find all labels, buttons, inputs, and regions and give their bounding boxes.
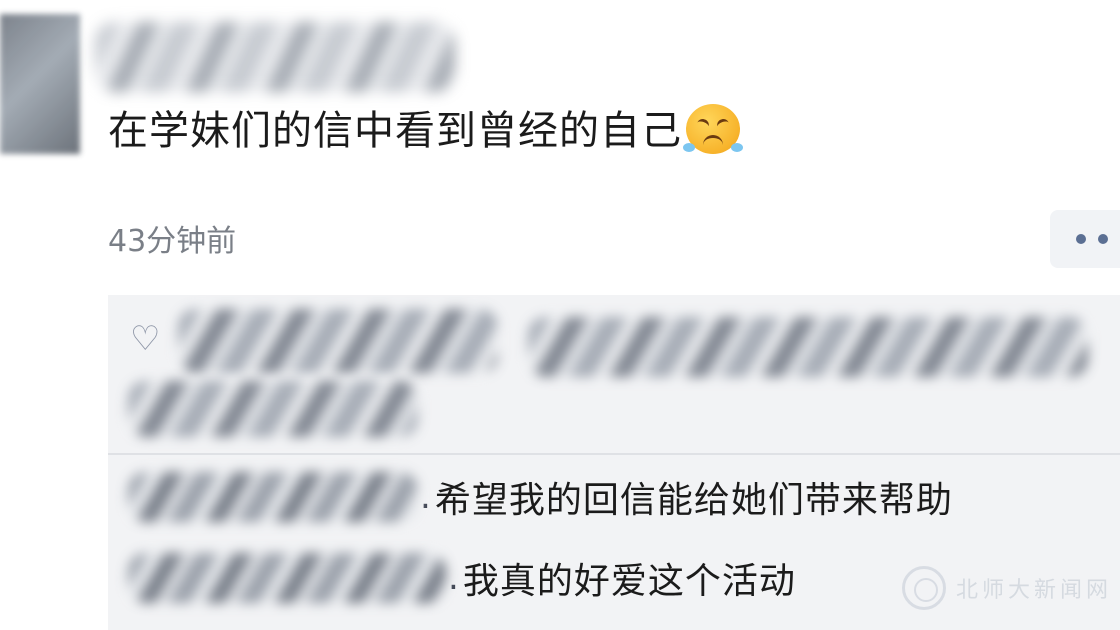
post-text: 在学妹们的信中看到曾经的自己	[108, 98, 743, 156]
watermark: 北师大新闻网	[902, 566, 1112, 610]
post-timestamp: 43分钟前	[108, 224, 237, 259]
comment-item[interactable]: . 我真的好爱这个活动	[128, 552, 796, 604]
comment-author-blurred[interactable]	[128, 553, 446, 603]
comment-text: 希望我的回信能给她们带来帮助	[434, 480, 953, 521]
comment-item[interactable]: . 希望我的回信能给她们带来帮助	[128, 471, 953, 523]
liker-names-blurred[interactable]	[528, 317, 1088, 377]
heart-icon: ♡	[130, 319, 161, 359]
more-dots-icon	[1098, 234, 1108, 244]
post-text-content: 在学妹们的信中看到曾经的自己	[108, 108, 682, 154]
liker-names-blurred[interactable]	[178, 309, 498, 373]
university-seal-icon	[902, 566, 946, 610]
watermark-text: 北师大新闻网	[956, 578, 1113, 603]
comment-text: 我真的好爱这个活动	[462, 561, 796, 602]
likes-row: ♡	[108, 295, 1120, 455]
comment-author-blurred[interactable]	[128, 472, 418, 522]
avatar[interactable]	[0, 14, 80, 154]
comment-separator: .	[420, 477, 431, 517]
author-name-blurred[interactable]	[95, 22, 455, 92]
liker-names-blurred[interactable]	[128, 381, 418, 437]
comment-separator: .	[448, 558, 459, 598]
more-actions-button[interactable]	[1050, 210, 1120, 268]
crying-laughing-face-icon	[683, 104, 743, 154]
more-dots-icon	[1076, 234, 1086, 244]
